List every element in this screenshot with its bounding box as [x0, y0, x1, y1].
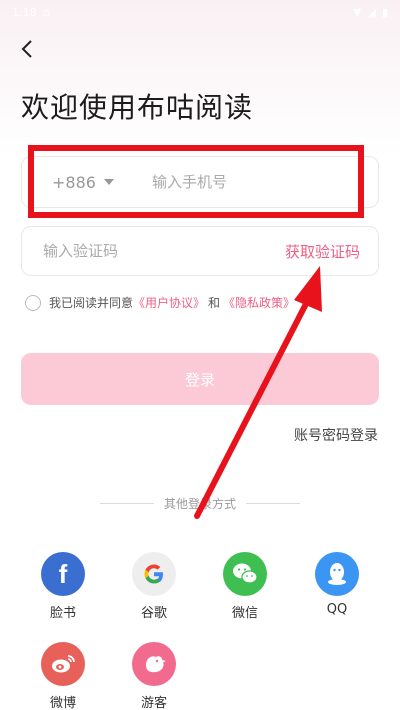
svg-text:f: f: [59, 561, 68, 587]
social-weibo-button[interactable]: 微博: [33, 642, 93, 710]
social-facebook-button[interactable]: f 脸书: [33, 552, 93, 621]
back-arrow-icon: [21, 40, 32, 58]
social-guest-button[interactable]: 游客: [124, 642, 184, 710]
social-label: 微信: [231, 606, 258, 621]
other-methods-label: 其他登录方式: [164, 497, 237, 511]
guest-icon: [132, 642, 176, 686]
social-label: 微博: [49, 696, 76, 710]
code-field: 获取验证码: [21, 226, 379, 276]
signal-icon: ◢: [367, 5, 376, 19]
social-label: 游客: [140, 696, 167, 710]
social-label: 谷歌: [140, 606, 167, 621]
country-code-selector[interactable]: +886: [52, 173, 114, 192]
get-code-button[interactable]: 获取验证码: [285, 241, 360, 262]
phone-input[interactable]: [151, 173, 352, 191]
page-title: 欢迎使用布咕阅读: [21, 91, 254, 124]
back-button[interactable]: [12, 34, 42, 64]
facebook-icon: f: [41, 552, 85, 596]
agreement-row: 我已阅读并同意 《用户协议》 和 《隐私政策》: [25, 294, 295, 311]
divider-line-left: [100, 503, 154, 504]
weibo-icon: [41, 642, 85, 686]
qq-icon: [315, 552, 359, 596]
country-code-value: +886: [52, 172, 96, 192]
notification-icon: ▫: [42, 5, 51, 19]
code-input[interactable]: [43, 242, 223, 260]
agreement-prefix: 我已阅读并同意: [49, 296, 134, 310]
agreement-checkbox[interactable]: [25, 294, 41, 311]
divider-line-right: [246, 503, 301, 504]
social-wechat-button[interactable]: 微信: [215, 552, 275, 621]
google-icon: [132, 552, 176, 596]
caret-down-icon: [103, 179, 114, 185]
wechat-icon: [223, 552, 267, 596]
agreement-and: 和: [208, 296, 221, 310]
user-agreement-link[interactable]: 《用户协议》: [133, 294, 205, 311]
social-google-button[interactable]: 谷歌: [124, 552, 184, 621]
login-button[interactable]: 登录: [21, 353, 379, 405]
battery-icon: ▮: [381, 5, 388, 19]
social-qq-button[interactable]: QQ: [307, 552, 367, 617]
social-label: QQ: [326, 602, 348, 617]
status-bar: 1:18 ▫ ▼ ◢ ▮: [0, 0, 400, 24]
password-login-link[interactable]: 账号密码登录: [294, 425, 378, 445]
status-time: 1:18: [12, 5, 37, 19]
phone-field: +886: [21, 156, 379, 208]
other-methods-divider: 其他登录方式: [100, 495, 301, 512]
privacy-policy-link[interactable]: 《隐私政策》: [223, 294, 295, 311]
wifi-icon: ▼: [353, 5, 362, 19]
social-label: 脸书: [49, 606, 76, 621]
